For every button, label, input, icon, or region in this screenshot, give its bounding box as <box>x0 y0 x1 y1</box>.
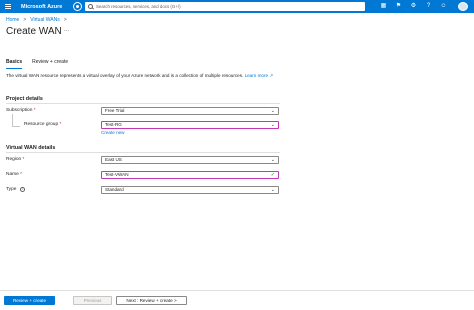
wan-details-heading: Virtual WAN details <box>6 145 56 151</box>
tab-bar: Basics Review + create <box>6 59 68 69</box>
section-divider <box>6 103 280 104</box>
settings-icon[interactable]: ⚙ <box>409 2 418 11</box>
project-details-heading: Project details <box>6 96 43 102</box>
subscription-label: Subscription * <box>6 108 36 113</box>
footer-divider <box>0 290 474 291</box>
previous-button[interactable]: Previous <box>73 296 112 305</box>
more-options-icon[interactable]: ... <box>64 27 69 33</box>
top-bar-actions: ▦ ⚑ ⚙ ? ☺ <box>379 2 448 11</box>
chevron-down-icon: ⌄ <box>270 122 275 128</box>
intro-description: The virtual WAN resource represents a vi… <box>6 73 306 79</box>
name-label-text: Name <box>6 172 19 177</box>
review-create-button[interactable]: Review + create <box>4 296 55 305</box>
learn-more-link-start[interactable]: Learn <box>245 73 257 78</box>
region-value: East US <box>105 157 122 162</box>
name-input[interactable]: Test-VWAN ✓ <box>101 171 279 179</box>
search-placeholder: Search resources, services, and docs (G+… <box>96 4 181 9</box>
top-bar: Microsoft Azure Search resources, servic… <box>0 0 474 13</box>
resource-group-label-text: Resource group <box>24 122 59 127</box>
learn-more-link-end[interactable]: more <box>258 73 268 78</box>
name-value: Test-VWAN <box>105 172 129 177</box>
breadcrumb-separator: > <box>63 17 67 23</box>
required-mark: * <box>33 108 36 113</box>
tab-basics[interactable]: Basics <box>6 59 23 69</box>
tab-review-create[interactable]: Review + create <box>32 59 68 69</box>
help-icon[interactable]: ? <box>424 2 433 11</box>
resource-group-value: Test-RG <box>105 122 122 127</box>
region-select[interactable]: East US ⌄ <box>101 156 279 164</box>
subscription-select[interactable]: Free Trial ⌄ <box>101 107 279 115</box>
intro-text: The virtual WAN resource represents a vi… <box>6 73 244 78</box>
required-mark: * <box>59 122 62 127</box>
type-value: Standard <box>105 187 124 192</box>
cloud-shell-icon[interactable]: ▦ <box>379 2 388 11</box>
notifications-icon[interactable]: ⚑ <box>394 2 403 11</box>
resource-group-label: Resource group * <box>24 122 61 127</box>
type-label: Type <box>6 187 17 192</box>
copilot-icon[interactable] <box>73 2 82 11</box>
breadcrumb-virtual-wans[interactable]: Virtual WANs <box>30 17 59 23</box>
page-title: Create WAN <box>6 26 62 37</box>
type-select[interactable]: Standard ⌄ <box>101 186 279 194</box>
feedback-icon[interactable]: ☺ <box>439 2 448 11</box>
chevron-down-icon: ⌄ <box>270 157 275 163</box>
checkmark-icon: ✓ <box>270 172 275 178</box>
required-mark: * <box>22 157 25 162</box>
region-label: Region * <box>6 157 24 162</box>
info-icon[interactable]: i <box>20 187 25 192</box>
learn-more-link[interactable]: Learn more ↗ <box>245 73 274 78</box>
account-avatar[interactable] <box>458 2 468 11</box>
chevron-down-icon: ⌄ <box>270 187 275 193</box>
portal-menu-icon[interactable] <box>0 0 15 13</box>
resource-group-select[interactable]: Test-RG ⌄ <box>101 121 279 129</box>
breadcrumb-home[interactable]: Home <box>6 17 19 23</box>
chevron-down-icon: ⌄ <box>270 108 275 114</box>
tree-connector <box>12 126 20 127</box>
name-label: Name * <box>6 172 22 177</box>
search-icon <box>88 4 93 9</box>
next-button[interactable]: Next : Review + create > <box>116 296 187 305</box>
tree-connector <box>12 114 13 126</box>
breadcrumb: Home > Virtual WANs > <box>6 17 67 23</box>
required-mark: * <box>20 172 23 177</box>
create-new-resource-group-link[interactable]: Create new <box>101 130 125 135</box>
subscription-label-text: Subscription <box>6 108 33 113</box>
brand-title[interactable]: Microsoft Azure <box>21 4 66 10</box>
section-divider <box>6 152 280 153</box>
region-label-text: Region <box>6 157 22 162</box>
subscription-value: Free Trial <box>105 108 125 113</box>
global-search-input[interactable]: Search resources, services, and docs (G+… <box>85 2 365 11</box>
breadcrumb-separator: > <box>23 17 27 23</box>
